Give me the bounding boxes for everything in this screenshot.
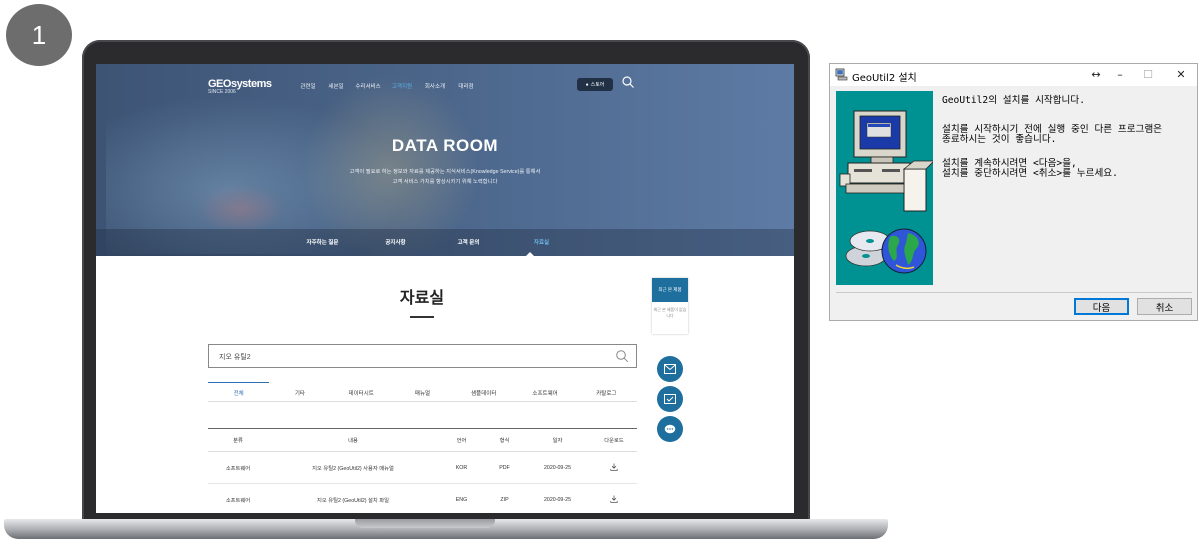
- sub-navigation: 자주하는 질문 공지사항 고객 문의 자료실: [96, 229, 794, 256]
- recent-products-panel: 최근 본 제품 최근 본 제품이 없습니다: [652, 278, 688, 334]
- installer-app-icon: [835, 68, 848, 81]
- nav-item[interactable]: 수리서비스: [350, 82, 386, 90]
- email-button[interactable]: [657, 356, 683, 382]
- store-button-label: 스토어: [590, 82, 605, 88]
- close-button[interactable]: ✕: [1167, 65, 1195, 85]
- nav-item[interactable]: 대리점: [452, 82, 480, 90]
- row-category: 소프트웨어: [225, 497, 251, 504]
- download-icon: [610, 463, 618, 471]
- title-divider: [410, 316, 434, 318]
- row-category: 소프트웨어: [225, 465, 251, 472]
- minimize-button[interactable]: –: [1106, 65, 1134, 85]
- main-nav: 관련일 세븐일 수리서비스 고객지원 회사소개 대리점: [294, 82, 480, 90]
- table-row: 소프트웨어 지오 유틸2 (GeoUtil2) 설치 파일 ENG ZIP 20…: [208, 484, 637, 513]
- download-button[interactable]: [591, 463, 637, 473]
- tab-sample-data[interactable]: 샘플데이터: [453, 382, 514, 401]
- subnav-item-inquiry[interactable]: 고객 문의: [432, 238, 505, 246]
- welcome-text: GeoUtil2의 설치를 시작합니다.: [942, 95, 1085, 106]
- nav-item[interactable]: 회사소개: [418, 82, 452, 90]
- hero-title: DATA ROOM: [391, 136, 499, 155]
- downloads-table: 분류 내용 언어 형식 일자 다운로드 소프트웨어 지오 유틸2 (GeoUti…: [208, 428, 637, 513]
- category-tabs: 전체 기타 데이터시트 매뉴얼 샘플데이터 소프트웨어 카탈로그: [208, 382, 637, 402]
- tab-manual[interactable]: 매뉴얼: [392, 382, 453, 401]
- column-header: 언어: [456, 438, 467, 444]
- column-header: 다운로드: [604, 438, 624, 444]
- table-row: 소프트웨어 지오 유틸2 (GeoUtil2) 사용자 매뉴얼 KOR PDF …: [208, 452, 637, 484]
- checklist-icon: [664, 394, 676, 404]
- nav-item-active[interactable]: 고객지원: [386, 82, 418, 90]
- subnav-item-faq[interactable]: 자주하는 질문: [286, 238, 359, 246]
- instruction-text: 설치를 중단하시려면 <취소>를 누르세요.: [942, 168, 1118, 179]
- installer-illustration: [836, 91, 935, 285]
- row-language: KOR: [455, 464, 468, 471]
- tab-datasheet[interactable]: 데이터시트: [331, 382, 392, 401]
- download-icon: [610, 495, 618, 503]
- top-navigation: GEOsystems SINCE 2006 관련일 세븐일 수리서비스 고객지원…: [96, 72, 794, 98]
- logo-tagline: SINCE 2006: [208, 89, 236, 95]
- row-format: PDF: [499, 464, 510, 471]
- search-icon[interactable]: [621, 75, 635, 89]
- column-header: 일자: [552, 438, 563, 444]
- store-button[interactable]: ● 스토어: [577, 78, 613, 91]
- hero-description: 고객 서비스 가치를 향상시키기 위해 노력합니다: [392, 179, 498, 185]
- search-value: 지오 유틸2: [219, 354, 251, 361]
- step-number: 1: [31, 19, 47, 50]
- search-input[interactable]: 지오 유틸2: [208, 344, 637, 368]
- tab-all[interactable]: 전체: [208, 382, 270, 401]
- dialog-title: GeoUtil2 설치: [852, 73, 917, 84]
- inquiry-button[interactable]: [657, 386, 683, 412]
- column-header: 형식: [499, 438, 510, 444]
- recent-products-empty: 최근 본 제품이 없습니다: [653, 307, 687, 318]
- download-button[interactable]: [591, 495, 637, 505]
- store-icon: ●: [585, 81, 589, 88]
- nav-item[interactable]: 세븐일: [322, 82, 350, 90]
- tutorial-stage: 1 GEOsystems SINCE 2006 관련일 세븐일 수리서비스 고객…: [0, 0, 1198, 547]
- website-screen: GEOsystems SINCE 2006 관련일 세븐일 수리서비스 고객지원…: [96, 64, 794, 513]
- chat-button[interactable]: [657, 416, 683, 442]
- chat-icon: [664, 424, 676, 433]
- row-format: ZIP: [500, 496, 509, 503]
- row-date: 2020-09-25: [543, 464, 572, 471]
- maximize-button: ☐: [1143, 68, 1153, 81]
- row-title[interactable]: 지오 유틸2 (GeoUtil2) 설치 파일: [268, 496, 438, 504]
- recent-products-title: 최근 본 제품: [652, 278, 688, 302]
- table-header: 분류 내용 언어 형식 일자 다운로드: [208, 428, 637, 452]
- column-header: 내용: [348, 438, 358, 444]
- instruction-text: 종료하시는 것이 좋습니다.: [942, 134, 1057, 145]
- computer-globe-illustration: [839, 110, 935, 274]
- page-title: 자료실: [399, 290, 445, 307]
- row-date: 2020-09-25: [543, 496, 572, 503]
- cancel-button[interactable]: 취소: [1137, 298, 1192, 315]
- active-caret-icon: [525, 252, 535, 256]
- hero-description: 고객이 필요로 하는 정보와 자료를 제공하는 지식서비스(Knowledge …: [349, 169, 541, 175]
- search-icon[interactable]: [615, 349, 629, 363]
- installer-dialog: GeoUtil2 설치 ↔ – ☐ ✕ GeoUtil2의 설치를 시작합니다.…: [829, 63, 1198, 321]
- nav-item[interactable]: 관련일: [294, 82, 322, 90]
- tab-software[interactable]: 소프트웨어: [514, 382, 575, 401]
- next-button[interactable]: 다음: [1074, 298, 1129, 315]
- dialog-divider: [836, 292, 1192, 293]
- column-header: 분류: [233, 438, 243, 444]
- tab-etc[interactable]: 기타: [269, 382, 330, 401]
- mail-icon: [664, 364, 676, 374]
- subnav-item-notice[interactable]: 공지사항: [359, 238, 432, 246]
- row-title[interactable]: 지오 유틸2 (GeoUtil2) 사용자 매뉴얼: [268, 464, 438, 472]
- subnav-item-dataroom[interactable]: 자료실: [505, 238, 578, 246]
- step-badge: 1: [6, 4, 72, 66]
- laptop-notch: [355, 519, 495, 528]
- dialog-titlebar[interactable]: GeoUtil2 설치 ↔ – ☐ ✕: [830, 64, 1197, 86]
- row-language: ENG: [455, 496, 468, 503]
- tab-catalog[interactable]: 카탈로그: [576, 382, 637, 401]
- hero-banner: GEOsystems SINCE 2006 관련일 세븐일 수리서비스 고객지원…: [96, 64, 794, 256]
